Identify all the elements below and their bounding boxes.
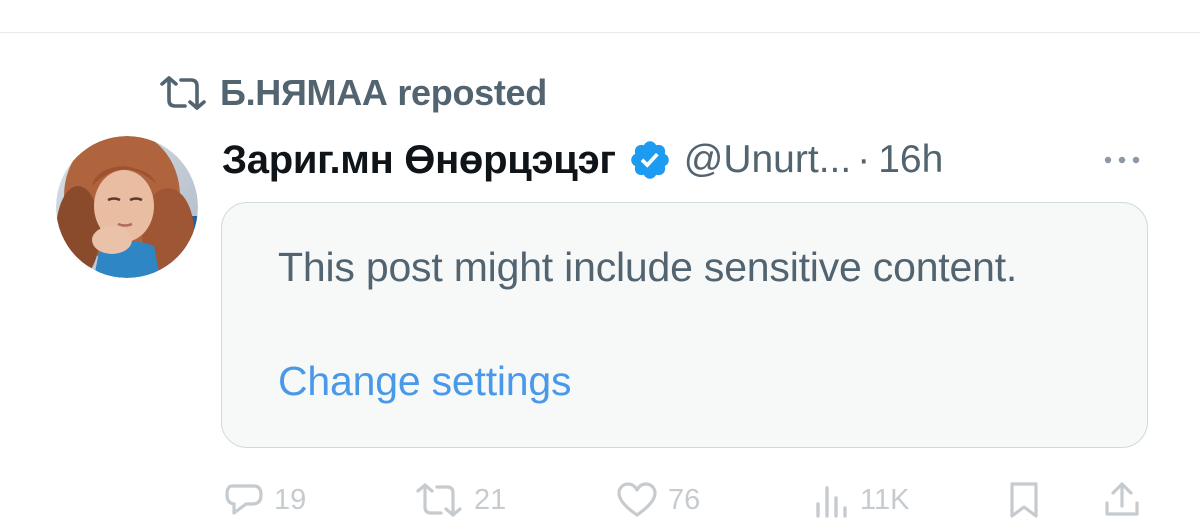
repost-indicator[interactable]: Б.НЯМАА reposted [158, 70, 547, 116]
repost-label: Б.НЯМАА reposted [220, 72, 547, 113]
like-button[interactable]: 76 [616, 480, 700, 520]
more-icon[interactable] [1096, 142, 1148, 178]
repost-icon [414, 482, 464, 518]
repost-count: 21 [474, 483, 507, 516]
reply-icon [224, 482, 264, 518]
reply-button[interactable]: 19 [224, 480, 306, 520]
repost-icon [158, 75, 208, 111]
user-avatar[interactable] [56, 136, 198, 278]
verified-badge-icon[interactable] [628, 138, 672, 182]
views-count: 11K [860, 483, 910, 516]
share-button[interactable] [1102, 480, 1142, 520]
top-divider [0, 32, 1200, 33]
repost-button[interactable]: 21 [414, 480, 506, 520]
bookmark-icon [1006, 481, 1042, 519]
post-header: Зариг.мн Өнөрцэцэг @Unurt... · 16h [222, 132, 1162, 188]
views-button[interactable]: 11K [814, 480, 909, 520]
user-handle[interactable]: @Unurt... [684, 138, 851, 182]
like-count: 76 [668, 483, 701, 516]
like-icon [616, 482, 658, 518]
tweet-frame: Б.НЯМАА reposted Зариг.мн Өнөрцэцэг @Unu… [0, 0, 1200, 520]
display-name[interactable]: Зариг.мн Өнөрцэцэг [222, 138, 616, 183]
change-settings-link[interactable]: Change settings [278, 353, 572, 410]
sensitive-message: This post might include sensitive conten… [278, 244, 1018, 290]
share-icon [1102, 481, 1142, 519]
separator-dot: · [857, 138, 871, 181]
sensitive-content-notice: This post might include sensitive conten… [221, 202, 1148, 448]
post-timestamp[interactable]: 16h [878, 138, 943, 182]
bookmark-button[interactable] [1006, 480, 1042, 520]
action-bar: 19 21 76 11K [0, 474, 1200, 520]
reply-count: 19 [274, 483, 307, 516]
views-icon [814, 482, 850, 518]
